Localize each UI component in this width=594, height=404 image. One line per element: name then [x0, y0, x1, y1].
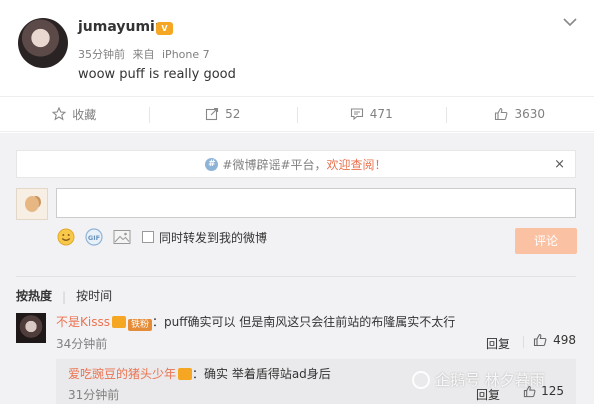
author-avatar[interactable] [18, 18, 68, 68]
comment-button[interactable]: 471 [297, 97, 446, 131]
sub-replier-name[interactable]: 爱吃豌豆的猪头少年 [68, 367, 176, 381]
action-bar: 收藏 52 471 3630 [0, 96, 594, 132]
svg-text:GIF: GIF [88, 234, 100, 242]
favorite-label: 收藏 [72, 107, 97, 122]
vip-badge-icon: V [156, 22, 173, 35]
fan-badge: 铁粉 [127, 319, 152, 331]
repost-checkbox[interactable] [142, 231, 154, 243]
gif-icon[interactable]: GIF [84, 227, 104, 247]
comment-input[interactable] [56, 188, 576, 218]
thumbs-up-icon [495, 107, 508, 121]
watermark-logo-icon [412, 370, 430, 389]
favorite-button[interactable]: 收藏 [0, 97, 149, 131]
submit-comment-button[interactable]: 评论 [515, 228, 577, 254]
vip-badge-icon [111, 316, 126, 328]
weibo-post: jumayumin V 35分钟前 来自 iPhone 7 woow puff … [0, 0, 594, 96]
comment-text: ：puff确实可以 但是南风这只会往前站的布隆属实不太行 [151, 315, 456, 329]
image-icon[interactable] [112, 227, 132, 247]
comment-count: 471 [369, 107, 393, 121]
sub-reply-time: 31分钟前 [68, 388, 120, 402]
repost-option-label[interactable]: 同时转发到我的微博 [159, 229, 267, 246]
comment-like-count: 498 [553, 333, 576, 347]
comment-icon [350, 108, 363, 121]
emoji-icon[interactable] [56, 227, 76, 247]
current-user-avatar [16, 188, 48, 220]
sort-by-time-tab[interactable]: 按时间 [76, 287, 112, 306]
post-source-prefix: 来自 [132, 48, 155, 61]
comment-like-button[interactable]: 498 [533, 333, 576, 347]
sort-by-hot-tab[interactable]: 按热度 [16, 287, 52, 306]
chevron-down-icon[interactable] [562, 14, 578, 30]
watermark: 企鹅号 林夕暮雨 [412, 369, 545, 390]
repost-button[interactable]: 52 [148, 97, 298, 131]
notice-link[interactable]: 欢迎查阅！ [327, 156, 387, 173]
comment-sort-bar: 按热度 | 按时间 [16, 276, 576, 306]
star-icon [52, 107, 67, 121]
comment-time: 34分钟前 [56, 337, 108, 351]
repost-icon [206, 107, 219, 121]
repost-count: 52 [225, 107, 241, 121]
notice-text[interactable]: #微博辟谣#平台， [222, 156, 326, 173]
hashtag-icon: # [205, 157, 219, 171]
post-time[interactable]: 35分钟前 [78, 48, 125, 61]
watermark-text: 企鹅号 林夕暮雨 [435, 371, 545, 389]
sub-reply-line: 爱吃豌豆的猪头少年 ：确实 举着盾得站ad身后 [68, 365, 331, 382]
post-meta: 35分钟前 来自 iPhone 7 [78, 46, 214, 62]
composer-toolbar: GIF 同时转发到我的微博 [56, 226, 267, 248]
commenter-avatar[interactable] [16, 313, 46, 343]
repost-option: 同时转发到我的微博 [142, 229, 267, 246]
commenter-name[interactable]: 不是Kisss [56, 315, 110, 329]
action-divider [523, 336, 524, 348]
author-name[interactable]: jumayumin [78, 19, 165, 35]
close-icon[interactable]: × [554, 157, 565, 172]
sub-reply-text: ：确实 举着盾得站ad身后 [192, 367, 331, 381]
comment-section: # #微博辟谣#平台， 欢迎查阅！ × GIF 同时转发到我的微博 评论 按热度… [0, 133, 594, 404]
sort-separator: | [62, 290, 67, 304]
rumor-notice-banner: # #微博辟谣#平台， 欢迎查阅！ × [16, 150, 576, 178]
reply-button[interactable]: 回复 [486, 335, 510, 352]
comment-item: 不是Kisss 铁粉 ：puff确实可以 但是南风这只会往前站的布隆属实不太行 34… [16, 313, 576, 358]
vip-badge-icon [178, 368, 193, 380]
like-count: 3630 [514, 107, 546, 121]
post-text: woow puff is really good [78, 67, 236, 82]
comment-line: 不是Kisss 铁粉 ：puff确实可以 但是南风这只会往前站的布隆属实不太行 [56, 313, 455, 331]
thumbs-up-icon [534, 333, 547, 347]
post-source: iPhone 7 [162, 48, 210, 61]
like-button[interactable]: 3630 [445, 97, 594, 131]
